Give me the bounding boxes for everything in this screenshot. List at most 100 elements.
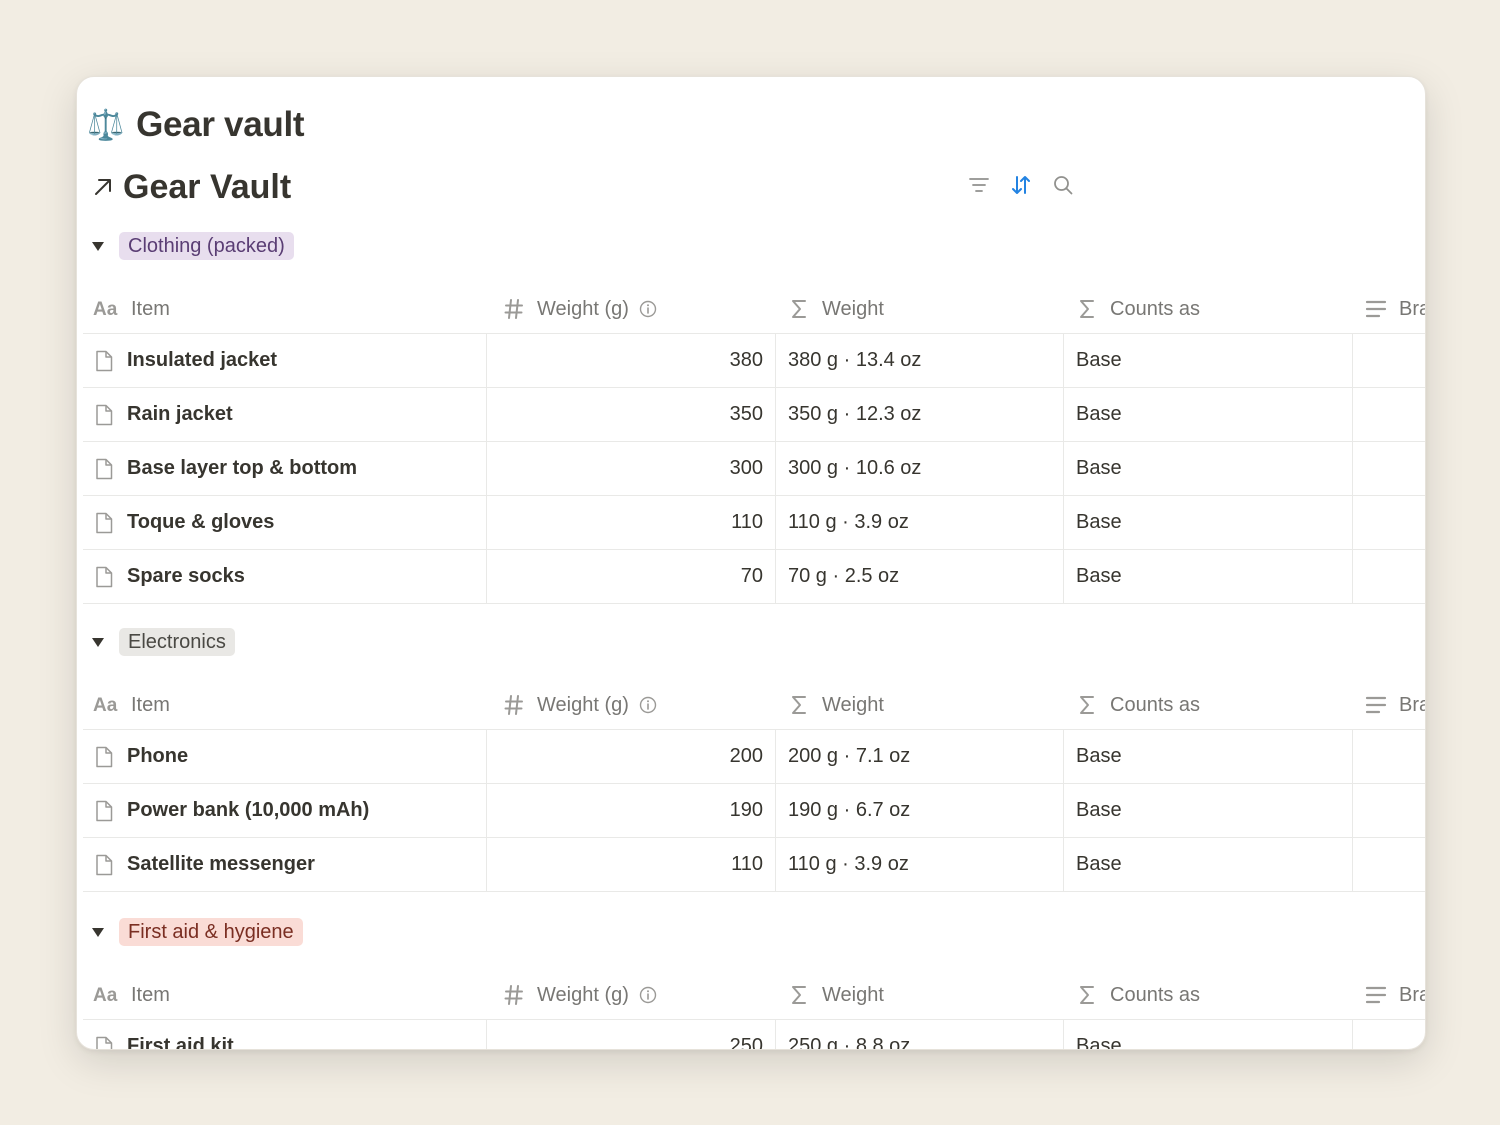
column-label: Counts as — [1110, 693, 1201, 716]
group-clothing: Clothing (packed) Item Weight (g) Weight… — [83, 229, 1425, 604]
counts-as-cell[interactable]: Base — [1064, 496, 1353, 549]
table: Item Weight (g) Weight Counts as Bra Ins… — [83, 285, 1425, 604]
group-tag[interactable]: First aid & hygiene — [119, 918, 303, 946]
weight-g-cell[interactable]: 190 — [487, 784, 776, 837]
weight-g-cell[interactable]: 300 — [487, 442, 776, 495]
counts-as-cell[interactable]: Base — [1064, 838, 1353, 891]
column-header-brand[interactable]: Bra — [1353, 971, 1425, 1019]
page-title: ⚖️ Gear vault — [87, 103, 305, 147]
filter-button[interactable] — [967, 173, 991, 197]
counts-as-cell[interactable]: Base — [1064, 730, 1353, 783]
item-cell[interactable]: Rain jacket — [83, 388, 487, 441]
weight-g-cell[interactable]: 250 — [487, 1020, 776, 1049]
column-header-weight-g[interactable]: Weight (g) — [487, 681, 776, 729]
brand-cell[interactable] — [1353, 496, 1425, 549]
weight-cell[interactable]: 380 g · 13.4 oz — [776, 334, 1064, 387]
column-header-item[interactable]: Item — [83, 971, 487, 1019]
info-icon[interactable] — [639, 300, 657, 318]
brand-cell[interactable] — [1353, 784, 1425, 837]
column-header-item[interactable]: Item — [83, 681, 487, 729]
weight-g-cell[interactable]: 350 — [487, 388, 776, 441]
weight-g-cell[interactable]: 380 — [487, 334, 776, 387]
column-header-brand[interactable]: Bra — [1353, 285, 1425, 333]
sort-button[interactable] — [1009, 173, 1033, 197]
weight-g-cell[interactable]: 200 — [487, 730, 776, 783]
brand-cell[interactable] — [1353, 334, 1425, 387]
column-header-counts-as[interactable]: Counts as — [1064, 681, 1353, 729]
page-icon — [93, 349, 115, 373]
weight-cell[interactable]: 200 g · 7.1 oz — [776, 730, 1064, 783]
column-header-counts-as[interactable]: Counts as — [1064, 971, 1353, 1019]
counts-as-cell[interactable]: Base — [1064, 442, 1353, 495]
item-cell[interactable]: Base layer top & bottom — [83, 442, 487, 495]
item-cell[interactable]: Insulated jacket — [83, 334, 487, 387]
weight-g-cell[interactable]: 70 — [487, 550, 776, 603]
counts-as-cell[interactable]: Base — [1064, 388, 1353, 441]
caret-down-icon[interactable] — [91, 239, 105, 253]
brand-cell[interactable] — [1353, 838, 1425, 891]
table-row[interactable]: Spare socks 70 70 g · 2.5 oz Base — [83, 550, 1425, 604]
item-cell[interactable]: Spare socks — [83, 550, 487, 603]
database-title[interactable]: Gear Vault — [91, 165, 291, 209]
weight-cell[interactable]: 110 g · 3.9 oz — [776, 496, 1064, 549]
table-row[interactable]: Toque & gloves 110 110 g · 3.9 oz Base — [83, 496, 1425, 550]
weight-cell[interactable]: 250 g · 8.8 oz — [776, 1020, 1064, 1049]
counts-as-cell[interactable]: Base — [1064, 550, 1353, 603]
table-row[interactable]: Insulated jacket 380 380 g · 13.4 oz Bas… — [83, 334, 1425, 388]
weight-cell[interactable]: 350 g · 12.3 oz — [776, 388, 1064, 441]
brand-cell[interactable] — [1353, 388, 1425, 441]
column-header-weight[interactable]: Weight — [776, 681, 1064, 729]
table-row[interactable]: Phone 200 200 g · 7.1 oz Base — [83, 730, 1425, 784]
item-cell[interactable]: Satellite messenger — [83, 838, 487, 891]
column-header-weight[interactable]: Weight — [776, 971, 1064, 1019]
column-header-weight[interactable]: Weight — [776, 285, 1064, 333]
item-cell[interactable]: Toque & gloves — [83, 496, 487, 549]
item-cell[interactable]: First aid kit — [83, 1020, 487, 1049]
weight-cell[interactable]: 190 g · 6.7 oz — [776, 784, 1064, 837]
column-label: Counts as — [1110, 983, 1201, 1006]
table-row[interactable]: Power bank (10,000 mAh) 190 190 g · 6.7 … — [83, 784, 1425, 838]
info-icon[interactable] — [639, 696, 657, 714]
group-tag[interactable]: Electronics — [119, 628, 235, 656]
item-name: Rain jacket — [127, 403, 233, 425]
table-row[interactable]: Satellite messenger 110 110 g · 3.9 oz B… — [83, 838, 1425, 892]
table: Item Weight (g) Weight Counts as Bra Fir… — [83, 971, 1425, 1049]
weight-cell[interactable]: 70 g · 2.5 oz — [776, 550, 1064, 603]
item-name: Spare socks — [127, 565, 245, 587]
column-header-weight-g[interactable]: Weight (g) — [487, 971, 776, 1019]
number-hash-icon — [503, 298, 525, 320]
brand-cell[interactable] — [1353, 442, 1425, 495]
weight-cell[interactable]: 110 g · 3.9 oz — [776, 838, 1064, 891]
weight-g-cell[interactable]: 110 — [487, 838, 776, 891]
counts-as-cell[interactable]: Base — [1064, 1020, 1353, 1049]
brand-cell[interactable] — [1353, 1020, 1425, 1049]
counts-as-cell[interactable]: Base — [1064, 784, 1353, 837]
group-electronics: Electronics Item Weight (g) Weight Count… — [83, 625, 1425, 892]
info-icon[interactable] — [639, 986, 657, 1004]
table-row[interactable]: First aid kit 250 250 g · 8.8 oz Base — [83, 1020, 1425, 1049]
group-tag[interactable]: Clothing (packed) — [119, 232, 294, 260]
weight-g-cell[interactable]: 110 — [487, 496, 776, 549]
column-header-weight-g[interactable]: Weight (g) — [487, 285, 776, 333]
table-row[interactable]: Rain jacket 350 350 g · 12.3 oz Base — [83, 388, 1425, 442]
text-aa-icon — [93, 694, 119, 716]
linked-database-arrow-icon — [95, 179, 111, 195]
group-header: Clothing (packed) — [83, 229, 1425, 263]
counts-as-cell[interactable]: Base — [1064, 334, 1353, 387]
item-cell[interactable]: Power bank (10,000 mAh) — [83, 784, 487, 837]
caret-down-icon[interactable] — [91, 635, 105, 649]
search-button[interactable] — [1051, 173, 1075, 197]
column-header-item[interactable]: Item — [83, 285, 487, 333]
column-header-brand[interactable]: Bra — [1353, 681, 1425, 729]
item-cell[interactable]: Phone — [83, 730, 487, 783]
brand-cell[interactable] — [1353, 730, 1425, 783]
formula-sigma-icon — [788, 694, 810, 716]
column-header-counts-as[interactable]: Counts as — [1064, 285, 1353, 333]
weight-cell[interactable]: 300 g · 10.6 oz — [776, 442, 1064, 495]
caret-down-icon[interactable] — [91, 925, 105, 939]
column-label: Item — [131, 693, 170, 716]
table-row[interactable]: Base layer top & bottom 300 300 g · 10.6… — [83, 442, 1425, 496]
brand-cell[interactable] — [1353, 550, 1425, 603]
item-name: Insulated jacket — [127, 349, 278, 371]
column-label: Item — [131, 983, 170, 1006]
